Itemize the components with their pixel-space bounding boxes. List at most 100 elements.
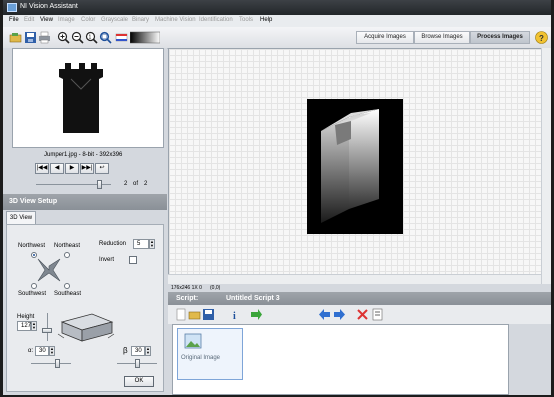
move-right-icon[interactable] bbox=[333, 308, 346, 321]
menu-binary[interactable]: Binary bbox=[132, 17, 149, 23]
script-properties-icon[interactable] bbox=[371, 308, 384, 321]
northeast-radio[interactable] bbox=[64, 252, 70, 258]
beta-spinner[interactable]: ▲ ▼ bbox=[145, 346, 151, 356]
page-of: of bbox=[133, 181, 139, 187]
print-icon[interactable] bbox=[38, 31, 51, 44]
image-step-icon bbox=[184, 333, 202, 349]
alpha-input[interactable]: 30 bbox=[35, 346, 49, 356]
tab-3d-view[interactable]: 3D View bbox=[6, 211, 36, 224]
new-script-icon[interactable] bbox=[174, 308, 187, 321]
viewer-status-bar: 176x246 1X 0 (0,0) bbox=[168, 284, 551, 292]
last-image-button[interactable]: ▶▶| bbox=[80, 163, 94, 174]
invert-checkbox[interactable] bbox=[129, 256, 137, 264]
window-title: NI Vision Assistant bbox=[20, 3, 78, 10]
southeast-radio[interactable] bbox=[64, 283, 70, 289]
first-image-button[interactable]: |◀◀ bbox=[35, 163, 49, 174]
menu-grayscale[interactable]: Grayscale bbox=[101, 17, 128, 23]
northeast-label: Northeast bbox=[54, 243, 81, 249]
alpha-slider-track[interactable] bbox=[31, 363, 71, 364]
main-toolbar: 1 Acquire Images Browse Images Process I… bbox=[3, 27, 551, 49]
cursor-coords: (0,0) bbox=[210, 285, 221, 291]
svg-text:1: 1 bbox=[89, 35, 92, 41]
menu-color[interactable]: Color bbox=[81, 17, 95, 23]
loop-image-button[interactable]: ↩ bbox=[95, 163, 109, 174]
reduction-spinner[interactable]: ▲ ▼ bbox=[149, 239, 155, 249]
menu-image[interactable]: Image bbox=[58, 17, 75, 23]
setup-tabs: 3D View bbox=[3, 210, 167, 224]
height-slider-thumb[interactable] bbox=[42, 328, 52, 333]
app-icon bbox=[7, 3, 17, 12]
left-panel: Jumper1.jpg - 8-bit - 392x396 |◀◀ ◀ ▶ ▶▶… bbox=[3, 48, 167, 395]
delete-step-icon[interactable] bbox=[356, 308, 369, 321]
viewer-vertical-scrollbar[interactable] bbox=[541, 48, 551, 284]
script-label: Script: bbox=[176, 295, 199, 302]
menu-edit[interactable]: Edit bbox=[24, 17, 34, 23]
beta-input[interactable]: 30 bbox=[131, 346, 145, 356]
alpha-slider-thumb[interactable] bbox=[55, 359, 60, 368]
height-slider-track[interactable] bbox=[47, 313, 48, 341]
script-step-label: Original Image bbox=[181, 355, 221, 361]
image-thumbnail[interactable] bbox=[12, 48, 164, 148]
setup-section-header: 3D View Setup bbox=[3, 194, 167, 210]
tab-process-images[interactable]: Process Images bbox=[470, 31, 530, 44]
menu-bar: File Edit View Image Color Grayscale Bin… bbox=[3, 15, 551, 27]
setup-panel: Northwest Northeast Southwest Southeast … bbox=[6, 224, 164, 392]
script-name: Untitled Script 3 bbox=[226, 295, 280, 302]
invert-label: Invert bbox=[99, 257, 115, 263]
thumbnail-caption: Jumper1.jpg - 8-bit - 392x396 bbox=[44, 152, 123, 158]
image-viewer[interactable] bbox=[168, 48, 551, 284]
next-image-button[interactable]: ▶ bbox=[65, 163, 79, 174]
image-size-readout: 176x246 1X 0 bbox=[171, 285, 202, 291]
height-label: Height bbox=[17, 314, 35, 320]
menu-machine-vision[interactable]: Machine Vision bbox=[155, 17, 196, 23]
zoom-out-icon[interactable] bbox=[71, 31, 84, 44]
ok-button[interactable]: OK bbox=[124, 376, 154, 387]
alpha-label: α: bbox=[28, 348, 34, 354]
tab-browse-images[interactable]: Browse Images bbox=[414, 31, 470, 44]
palette-icon[interactable] bbox=[129, 31, 161, 44]
beta-label: β bbox=[123, 346, 128, 355]
help-label: ? bbox=[539, 34, 544, 43]
box-preview-icon bbox=[57, 313, 115, 342]
flag-icon[interactable] bbox=[115, 31, 128, 44]
3d-view-image bbox=[307, 99, 403, 234]
alpha-spinner[interactable]: ▲ ▼ bbox=[49, 346, 55, 356]
setup-title: 3D View Setup bbox=[9, 198, 58, 205]
menu-view[interactable]: View bbox=[40, 17, 53, 23]
zoom-1to1-icon[interactable]: 1 bbox=[85, 31, 98, 44]
page-total: 2 bbox=[144, 181, 148, 187]
height-input[interactable]: 127 bbox=[17, 321, 31, 331]
image-slider-thumb[interactable] bbox=[97, 180, 102, 189]
save-icon[interactable] bbox=[24, 31, 37, 44]
southeast-label: Southeast bbox=[54, 291, 82, 297]
beta-slider-thumb[interactable] bbox=[135, 359, 140, 368]
script-toolbar: i bbox=[168, 305, 551, 324]
move-left-icon[interactable] bbox=[318, 308, 331, 321]
thumbnail-image bbox=[37, 55, 135, 141]
tab-acquire-images[interactable]: Acquire Images bbox=[356, 31, 414, 44]
open-icon[interactable] bbox=[9, 31, 22, 44]
prev-image-button[interactable]: ◀ bbox=[50, 163, 64, 174]
northwest-label: Northwest bbox=[18, 243, 46, 249]
save-script-icon[interactable] bbox=[202, 308, 215, 321]
script-step-original-image[interactable]: Original Image bbox=[177, 328, 243, 380]
page-current: 2 bbox=[124, 181, 128, 187]
menu-identification[interactable]: Identification bbox=[199, 17, 233, 23]
help-icon[interactable]: ? bbox=[535, 31, 548, 44]
title-bar: NI Vision Assistant bbox=[3, 0, 551, 15]
southwest-radio[interactable] bbox=[31, 283, 37, 289]
script-header: Script: Untitled Script 3 bbox=[168, 292, 551, 305]
reduction-label: Reduction bbox=[99, 241, 127, 247]
info-icon[interactable]: i bbox=[229, 308, 242, 322]
open-script-icon[interactable] bbox=[188, 308, 201, 321]
zoom-fit-icon[interactable] bbox=[99, 31, 112, 44]
script-side-strip bbox=[513, 324, 551, 395]
menu-tools[interactable]: Tools bbox=[239, 17, 253, 23]
run-script-icon[interactable] bbox=[250, 308, 263, 321]
menu-help[interactable]: Help bbox=[260, 17, 272, 23]
southwest-label: Southwest bbox=[18, 291, 47, 297]
menu-file[interactable]: File bbox=[9, 17, 19, 23]
zoom-in-icon[interactable] bbox=[57, 31, 70, 44]
height-spinner[interactable]: ▲ ▼ bbox=[31, 321, 37, 331]
reduction-input[interactable]: 5 bbox=[133, 239, 149, 249]
